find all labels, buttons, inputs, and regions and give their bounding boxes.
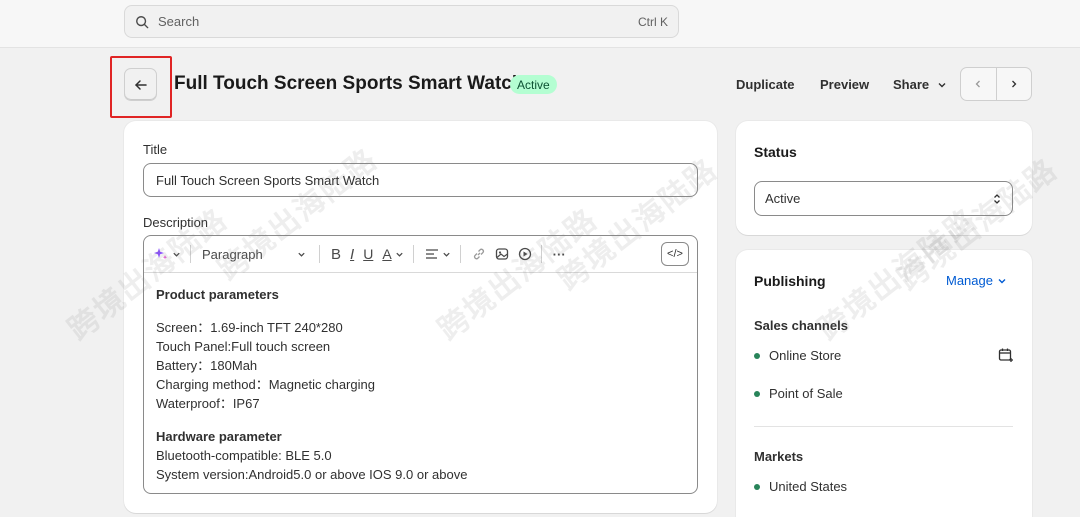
insert-link-button[interactable] xyxy=(472,247,486,261)
link-icon xyxy=(473,248,484,260)
status-select-value: Active xyxy=(765,191,801,206)
publishing-card: Publishing Manage Sales channels Online … xyxy=(736,250,1032,517)
chevron-down-icon xyxy=(396,252,403,257)
align-left-icon xyxy=(425,249,438,259)
toolbar-divider xyxy=(412,245,414,263)
description-label: Description xyxy=(143,215,209,230)
status-badge: Active xyxy=(510,75,557,94)
chevron-down-icon xyxy=(443,252,450,257)
search-bar[interactable]: Search Ctrl K xyxy=(124,5,679,38)
chevron-right-icon xyxy=(1011,80,1017,88)
calendar-schedule-icon[interactable] xyxy=(998,347,1014,363)
show-html-button[interactable]: </> xyxy=(661,242,689,266)
bold-button[interactable]: B xyxy=(331,246,341,263)
manage-button[interactable]: Manage xyxy=(946,273,1007,288)
preview-button[interactable]: Preview xyxy=(820,77,869,92)
publishing-title: Publishing xyxy=(754,273,826,289)
underline-icon: U xyxy=(363,246,374,262)
channel-item: Point of Sale xyxy=(754,386,843,401)
toolbar-divider xyxy=(319,245,320,263)
section-divider xyxy=(754,426,1013,427)
search-icon xyxy=(136,15,149,28)
market-item: United States xyxy=(754,479,847,494)
chevron-left-icon xyxy=(975,80,981,88)
search-shortcut: Ctrl K xyxy=(638,14,668,29)
status-dot xyxy=(754,483,760,490)
paragraph-format-select[interactable]: Paragraph xyxy=(202,247,310,262)
description-heading: Product parameters xyxy=(156,287,279,302)
select-arrows-icon xyxy=(994,193,1000,204)
insert-image-button[interactable] xyxy=(495,247,509,261)
italic-button[interactable]: I xyxy=(350,246,354,263)
search-placeholder: Search xyxy=(158,14,200,29)
share-button[interactable]: Share xyxy=(893,77,947,92)
channel-item: Online Store xyxy=(754,348,841,363)
image-icon xyxy=(495,248,508,260)
status-dot xyxy=(754,352,760,359)
product-details-card: Title Full Touch Screen Sports Smart Wat… xyxy=(124,121,717,513)
italic-icon: I xyxy=(350,245,355,263)
toolbar-divider xyxy=(459,245,461,263)
chevron-down-icon xyxy=(298,252,305,257)
more-icon: ··· xyxy=(552,246,566,262)
description-line: System version:Android5.0 or above IOS 9… xyxy=(156,467,468,482)
title-label: Title xyxy=(143,142,168,157)
page-title: Full Touch Screen Sports Smart Watch xyxy=(174,73,524,94)
description-line: Touch Panel:Full touch screen xyxy=(156,339,331,354)
underline-button[interactable]: U xyxy=(363,246,373,262)
description-editor[interactable]: Paragraph B I U A ··· </> Product parame… xyxy=(143,235,698,494)
chevron-down-icon xyxy=(938,82,946,87)
status-dot xyxy=(754,390,760,397)
sparkle-icon xyxy=(154,248,168,260)
text-color-button[interactable]: A xyxy=(382,246,403,262)
editor-toolbar: Paragraph B I U A ··· </> xyxy=(144,236,697,273)
align-button[interactable] xyxy=(425,248,451,260)
status-select[interactable]: Active xyxy=(754,181,1013,216)
toolbar-divider xyxy=(190,245,191,263)
more-formatting-button[interactable]: ··· xyxy=(553,247,566,262)
toolbar-divider xyxy=(540,245,542,263)
previous-product-button[interactable] xyxy=(961,68,996,100)
ai-magic-button[interactable] xyxy=(154,247,181,261)
title-input-value: Full Touch Screen Sports Smart Watch xyxy=(156,172,380,188)
insert-video-button[interactable] xyxy=(518,247,532,261)
status-card-title: Status xyxy=(754,144,797,160)
description-line: Bluetooth-compatible: BLE 5.0 xyxy=(156,448,332,463)
paragraph-format-label: Paragraph xyxy=(202,246,263,262)
share-label: Share xyxy=(893,77,930,92)
top-bar: Search Ctrl K xyxy=(0,0,1080,48)
description-line: Charging method：Magnetic charging xyxy=(156,377,375,392)
duplicate-button[interactable]: Duplicate xyxy=(736,77,795,92)
description-heading: Hardware parameter xyxy=(156,429,282,444)
code-icon: </> xyxy=(667,248,683,260)
description-content[interactable]: Product parameters Screen：1.69-inch TFT … xyxy=(144,273,697,493)
title-input[interactable]: Full Touch Screen Sports Smart Watch xyxy=(143,163,698,197)
next-product-button[interactable] xyxy=(995,68,1032,100)
back-button-highlight xyxy=(110,56,172,118)
text-color-icon: A xyxy=(382,246,392,262)
channel-name: Online Store xyxy=(769,348,842,363)
sales-channels-label: Sales channels xyxy=(754,318,848,333)
pager xyxy=(960,67,1032,101)
chevron-down-icon xyxy=(998,278,1006,283)
chevron-down-icon xyxy=(173,252,180,257)
play-circle-icon xyxy=(518,247,531,261)
markets-label: Markets xyxy=(754,449,804,464)
description-line: Screen：1.69-inch TFT 240*280 xyxy=(156,320,343,335)
manage-label: Manage xyxy=(946,273,993,288)
description-line: Waterproof：IP67 xyxy=(156,396,260,411)
status-card: Status Active xyxy=(736,121,1032,235)
market-name: United States xyxy=(769,479,848,494)
description-line: Battery：180Mah xyxy=(156,358,258,373)
channel-name: Point of Sale xyxy=(769,386,843,401)
bold-icon: B xyxy=(331,245,342,263)
